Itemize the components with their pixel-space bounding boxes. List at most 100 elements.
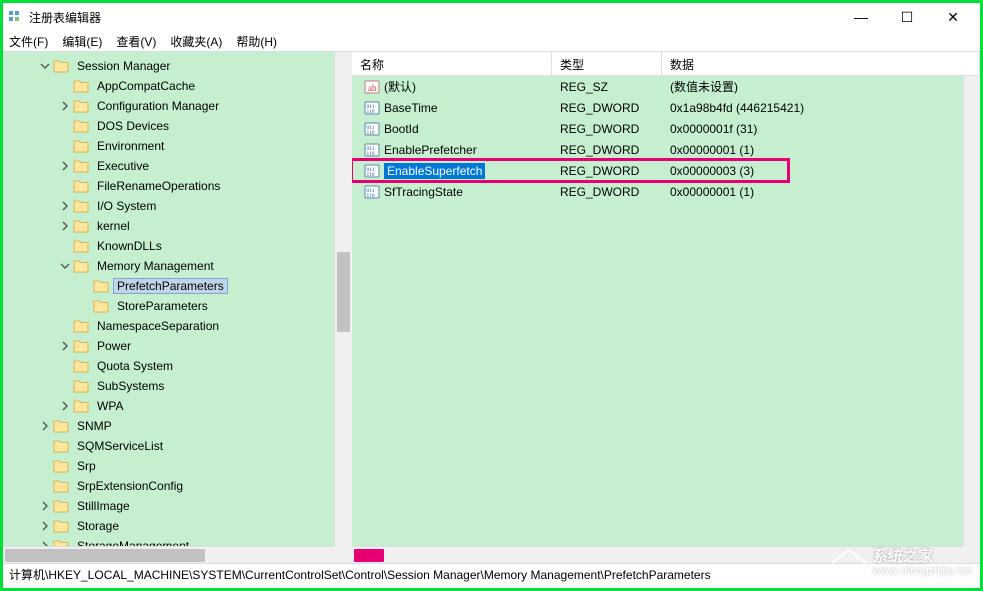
tree-item[interactable]: I/O System xyxy=(5,196,351,216)
chevron-right-icon[interactable] xyxy=(57,98,73,114)
menu-file[interactable]: 文件(F) xyxy=(9,33,48,50)
list-body[interactable]: ab(默认)REG_SZ(数值未设置)011110BaseTimeREG_DWO… xyxy=(352,76,980,202)
tree-item[interactable]: Srp xyxy=(5,456,351,476)
tree-item-label: SrpExtensionConfig xyxy=(73,478,187,494)
folder-icon xyxy=(53,459,69,473)
value-name: EnablePrefetcher xyxy=(384,143,477,157)
chevron-right-icon[interactable] xyxy=(57,198,73,214)
tree-item-label: FileRenameOperations xyxy=(93,178,224,194)
registry-value-row[interactable]: 011110SfTracingStateREG_DWORD0x00000001 … xyxy=(352,181,980,202)
tree-item-label: kernel xyxy=(93,218,134,234)
list-scrollbar-v[interactable] xyxy=(963,76,980,546)
minimize-button[interactable]: — xyxy=(838,3,884,31)
tree-item[interactable]: SNMP xyxy=(5,416,351,436)
tree-scrollbar-v[interactable] xyxy=(334,52,351,546)
value-type: REG_DWORD xyxy=(552,101,662,115)
folder-icon xyxy=(53,59,69,73)
svg-text:110: 110 xyxy=(367,193,375,199)
tree-item-label: Session Manager xyxy=(73,58,174,74)
folder-icon xyxy=(73,79,89,93)
value-type: REG_DWORD xyxy=(552,122,662,136)
registry-value-row[interactable]: 011110EnablePrefetcherREG_DWORD0x0000000… xyxy=(352,139,980,160)
tree-item[interactable]: Power xyxy=(5,336,351,356)
tree-item-label: NamespaceSeparation xyxy=(93,318,223,334)
value-name-cell: 011110BaseTime xyxy=(352,100,552,116)
svg-text:110: 110 xyxy=(367,130,375,136)
value-type: REG_SZ xyxy=(552,80,662,94)
folder-icon xyxy=(73,359,89,373)
string-value-icon: ab xyxy=(364,79,380,95)
col-header-name[interactable]: 名称 xyxy=(352,52,552,75)
tree-item[interactable]: Memory Management xyxy=(5,256,351,276)
tree-item[interactable]: SrpExtensionConfig xyxy=(5,476,351,496)
tree-item-label: I/O System xyxy=(93,198,160,214)
folder-icon xyxy=(73,159,89,173)
tree-item[interactable]: StillImage xyxy=(5,496,351,516)
menu-view[interactable]: 查看(V) xyxy=(116,33,156,50)
value-name: BaseTime xyxy=(384,101,438,115)
col-header-type[interactable]: 类型 xyxy=(552,52,662,75)
col-header-data[interactable]: 数据 xyxy=(662,52,980,75)
tree-item[interactable]: AppCompatCache xyxy=(5,76,351,96)
value-name: SfTracingState xyxy=(384,185,463,199)
menu-help[interactable]: 帮助(H) xyxy=(236,33,277,50)
chevron-right-icon[interactable] xyxy=(37,498,53,514)
tree-scrollbar-h[interactable] xyxy=(3,546,334,563)
folder-icon xyxy=(73,99,89,113)
chevron-right-icon[interactable] xyxy=(57,218,73,234)
workspace: Session Manager AppCompatCacheConfigurati… xyxy=(3,51,980,563)
value-type: REG_DWORD xyxy=(552,185,662,199)
chevron-down-icon[interactable] xyxy=(37,58,53,74)
close-button[interactable]: ✕ xyxy=(930,3,976,31)
binary-value-icon: 011110 xyxy=(364,163,380,179)
tree-item-label: Storage xyxy=(73,518,123,534)
chevron-right-icon[interactable] xyxy=(57,158,73,174)
tree-item[interactable]: SubSystems xyxy=(5,376,351,396)
tree-item-label: DOS Devices xyxy=(93,118,173,134)
maximize-button[interactable]: ☐ xyxy=(884,3,930,31)
tree-item[interactable]: StoreParameters xyxy=(5,296,351,316)
scroll-corner xyxy=(334,546,351,563)
tree-item[interactable]: PrefetchParameters xyxy=(5,276,351,296)
tree-item-label: SQMServiceList xyxy=(73,438,167,454)
value-data: 0x00000001 (1) xyxy=(662,143,980,157)
folder-icon xyxy=(93,299,109,313)
tree-item[interactable]: Executive xyxy=(5,156,351,176)
tree-item[interactable]: FileRenameOperations xyxy=(5,176,351,196)
tree-item-label: Srp xyxy=(73,458,100,474)
registry-value-row[interactable]: ab(默认)REG_SZ(数值未设置) xyxy=(352,76,980,97)
folder-icon xyxy=(53,439,69,453)
registry-value-row[interactable]: 011110BaseTimeREG_DWORD0x1a98b4fd (44621… xyxy=(352,97,980,118)
svg-text:110: 110 xyxy=(367,172,375,178)
value-name-cell: 011110EnablePrefetcher xyxy=(352,142,552,158)
tree-item[interactable]: Configuration Manager xyxy=(5,96,351,116)
tree-item[interactable]: Environment xyxy=(5,136,351,156)
tree-item[interactable]: NamespaceSeparation xyxy=(5,316,351,336)
registry-value-row[interactable]: 011110EnableSuperfetchREG_DWORD0x0000000… xyxy=(352,160,980,181)
tree-item[interactable]: WPA xyxy=(5,396,351,416)
tree-item[interactable]: Session Manager xyxy=(5,56,351,76)
chevron-right-icon[interactable] xyxy=(37,518,53,534)
tree-item[interactable]: DOS Devices xyxy=(5,116,351,136)
chevron-right-icon[interactable] xyxy=(37,418,53,434)
value-name: BootId xyxy=(384,122,419,136)
tree-item[interactable]: KnownDLLs xyxy=(5,236,351,256)
folder-icon xyxy=(73,119,89,133)
tree[interactable]: Session Manager AppCompatCacheConfigurati… xyxy=(3,52,351,563)
value-name-cell: 011110BootId xyxy=(352,121,552,137)
tree-item-label: WPA xyxy=(93,398,127,414)
watermark: 系统之家 www.xitongzhijia.net xyxy=(829,544,972,584)
menu-edit[interactable]: 编辑(E) xyxy=(62,33,102,50)
tree-item[interactable]: SQMServiceList xyxy=(5,436,351,456)
chevron-right-icon[interactable] xyxy=(57,398,73,414)
menu-favorites[interactable]: 收藏夹(A) xyxy=(170,33,222,50)
value-type: REG_DWORD xyxy=(552,164,662,178)
tree-item[interactable]: Quota System xyxy=(5,356,351,376)
folder-icon xyxy=(73,319,89,333)
chevron-down-icon[interactable] xyxy=(57,258,73,274)
tree-item[interactable]: kernel xyxy=(5,216,351,236)
tree-item[interactable]: Storage xyxy=(5,516,351,536)
chevron-right-icon[interactable] xyxy=(57,338,73,354)
value-name: (默认) xyxy=(384,78,416,95)
registry-value-row[interactable]: 011110BootIdREG_DWORD0x0000001f (31) xyxy=(352,118,980,139)
